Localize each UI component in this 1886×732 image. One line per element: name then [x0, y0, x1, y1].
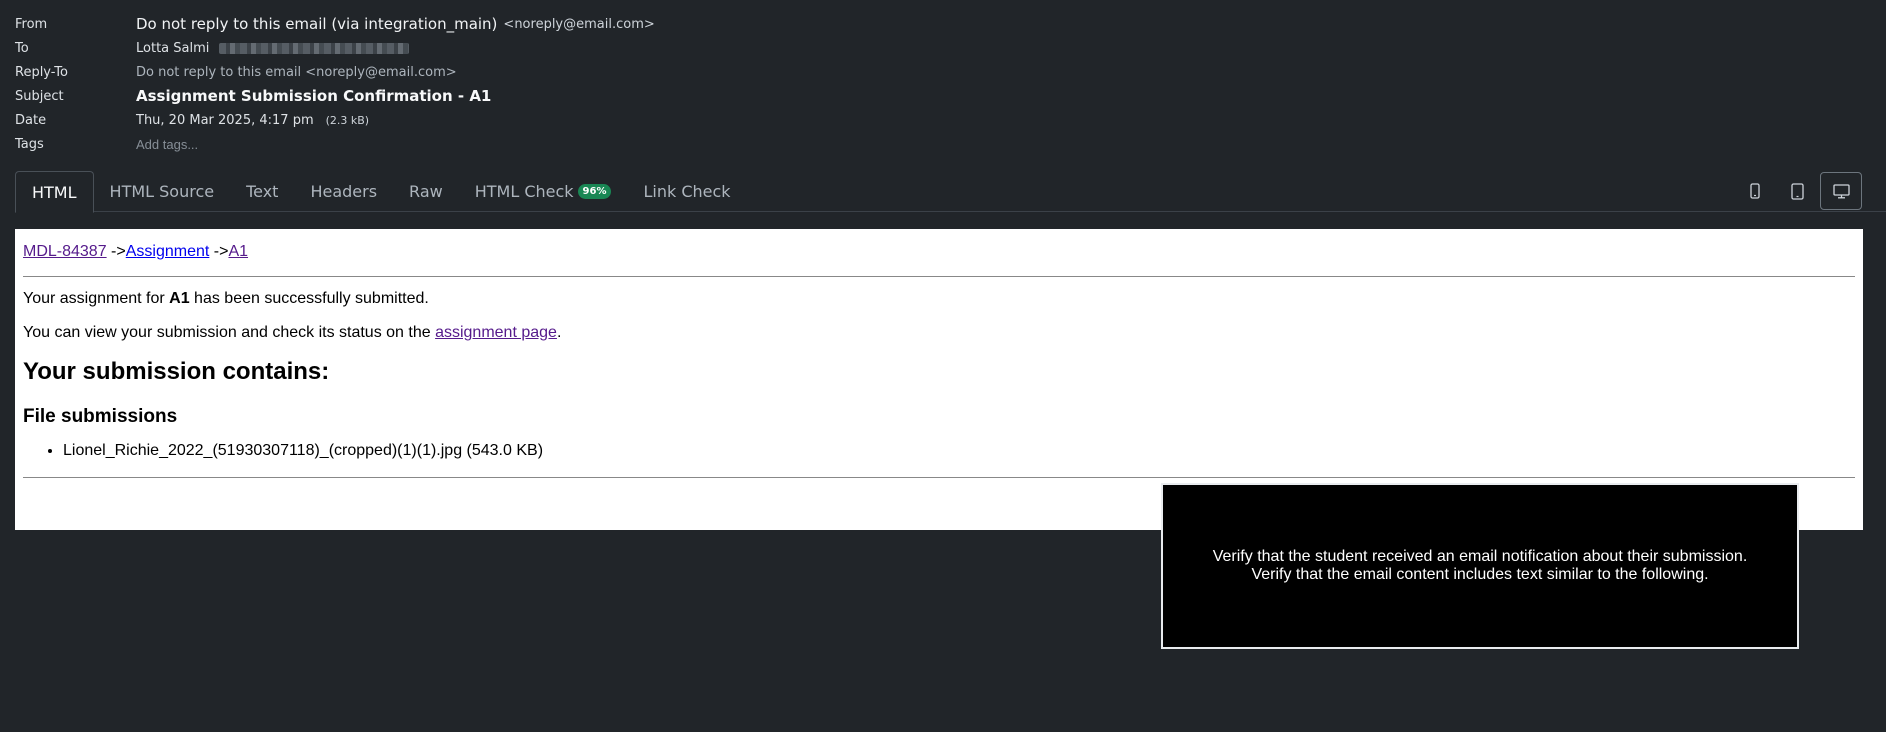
tags-label: Tags — [15, 136, 44, 152]
from-label: From — [15, 16, 48, 32]
date-label: Date — [15, 112, 47, 128]
tablet-icon — [1790, 182, 1804, 200]
subject-label: Subject — [15, 88, 64, 104]
tab-raw[interactable]: Raw — [393, 171, 459, 212]
divider — [23, 276, 1855, 277]
replyto-value: Do not reply to this email <noreply@emai… — [136, 64, 457, 80]
tab-text[interactable]: Text — [230, 171, 294, 212]
file-submissions-heading: File submissions — [23, 406, 178, 427]
instruction-line-1: Verify that the student received an emai… — [1212, 548, 1748, 565]
text-segment: Your assignment for — [23, 290, 170, 307]
view-tabs: HTML HTML Source Text Headers Raw HTML C… — [15, 171, 1886, 213]
subject-value: Assignment Submission Confirmation - A1 — [136, 87, 492, 105]
tags-row: Tags Add tags... — [15, 132, 1015, 156]
tab-headers[interactable]: Headers — [294, 171, 393, 212]
tab-link-check[interactable]: Link Check — [627, 171, 746, 212]
phone-icon — [1750, 183, 1760, 199]
instruction-line-2: Verify that the email content includes t… — [1251, 566, 1709, 583]
breadcrumb-separator: -> — [106, 243, 126, 260]
text-segment: . — [556, 324, 562, 341]
replyto-label: Reply-To — [15, 64, 68, 80]
tab-html-check-label: HTML Check — [474, 182, 574, 201]
tab-html[interactable]: HTML — [15, 171, 94, 213]
date-row: Date Thu, 20 Mar 2025, 4:17 pm (2.3 kB) — [15, 108, 1015, 132]
tab-html-check[interactable]: HTML Check 96% — [459, 171, 628, 212]
message-size: (2.3 kB) — [325, 113, 370, 127]
divider — [23, 477, 1855, 478]
breadcrumb: MDL-84387 ->Assignment ->A1 — [23, 243, 1855, 265]
from-name: Do not reply to this email (via integrat… — [136, 15, 498, 33]
desktop-view-button[interactable] — [1820, 172, 1862, 210]
text-segment: You can view your submission and check i… — [23, 324, 436, 341]
device-toggle — [1736, 172, 1862, 210]
phone-view-button[interactable] — [1736, 172, 1774, 210]
tab-html-source[interactable]: HTML Source — [94, 171, 231, 212]
text-segment: has been successfully submitted. — [189, 290, 429, 307]
email-headers: From Do not reply to this email (via int… — [15, 12, 1015, 156]
list-item: Lionel_Richie_2022_(51930307118)_(croppe… — [63, 442, 1855, 460]
html-check-score-badge: 96% — [577, 184, 612, 199]
file-list: Lionel_Richie_2022_(51930307118)_(croppe… — [63, 442, 1855, 460]
breadcrumb-separator: -> — [209, 243, 229, 260]
instruction-overlay: Verify that the student received an emai… — [1161, 483, 1799, 649]
subject-row: Subject Assignment Submission Confirmati… — [15, 84, 1015, 108]
to-label: To — [15, 40, 29, 56]
date-value: Thu, 20 Mar 2025, 4:17 pm — [136, 112, 314, 128]
course-link[interactable]: MDL-84387 — [23, 243, 107, 260]
assignment-page-link[interactable]: assignment page — [435, 324, 557, 341]
view-submission-text: You can view your submission and check i… — [23, 324, 1855, 342]
from-row: From Do not reply to this email (via int… — [15, 12, 1015, 36]
replyto-row: Reply-To Do not reply to this email <nor… — [15, 60, 1015, 84]
tags-input[interactable]: Add tags... — [136, 137, 198, 152]
submission-confirmation-text: Your assignment for A1 has been successf… — [23, 290, 1855, 308]
submission-heading: Your submission contains: — [23, 358, 330, 385]
to-name: Lotta Salmi — [136, 40, 210, 56]
to-row: To Lotta Salmi — [15, 36, 1015, 60]
module-link[interactable]: Assignment — [126, 243, 210, 260]
tablet-view-button[interactable] — [1778, 172, 1816, 210]
from-address: <noreply@email.com> — [503, 16, 655, 32]
assignment-name: A1 — [169, 290, 190, 307]
desktop-icon — [1832, 183, 1850, 198]
assignment-link[interactable]: A1 — [228, 243, 248, 260]
redacted-email — [219, 42, 410, 54]
